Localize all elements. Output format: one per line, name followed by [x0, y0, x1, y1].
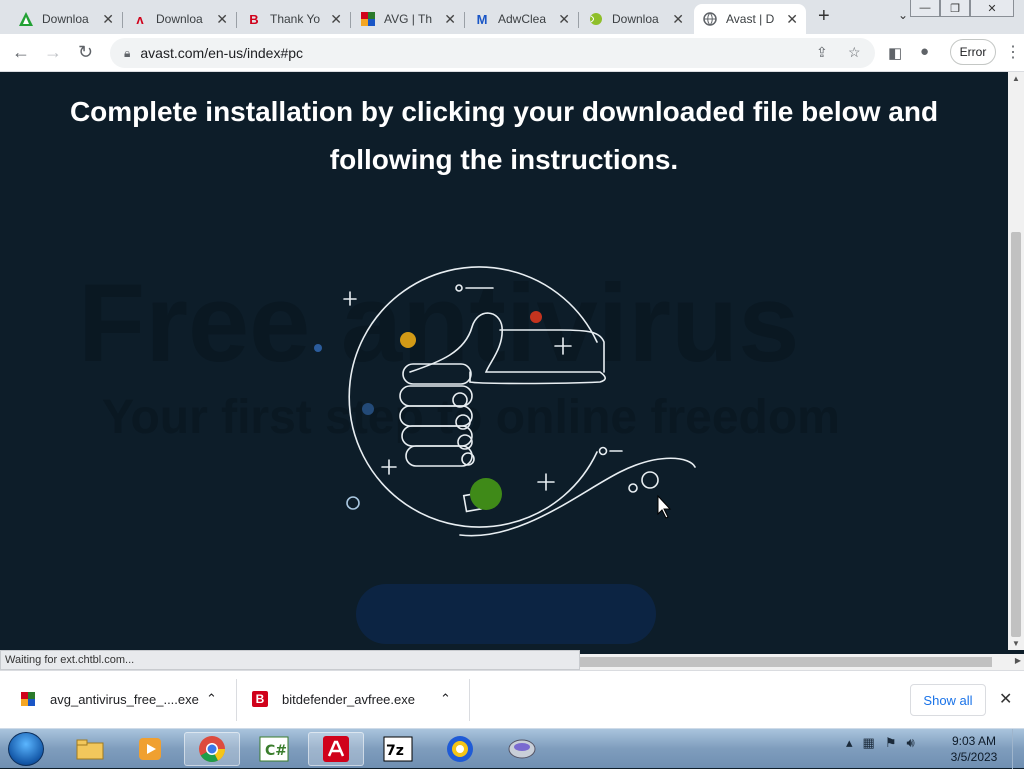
- tab-1[interactable]: Downloa ✕: [10, 4, 123, 34]
- side-panel-icon[interactable]: ◧: [888, 44, 902, 62]
- avira-icon: ᴧ: [136, 11, 144, 27]
- close-tab-icon[interactable]: ✕: [102, 11, 114, 28]
- disk-icon[interactable]: [494, 732, 550, 766]
- 7zip-icon[interactable]: 7z: [370, 732, 426, 766]
- tab-2[interactable]: ᴧ Downloa ✕: [124, 4, 237, 34]
- new-tab-icon[interactable]: +: [818, 5, 830, 28]
- tab-6[interactable]: Downloa ✕: [580, 4, 692, 34]
- chevron-up-icon[interactable]: ⌃: [440, 691, 451, 707]
- tab-title: AVG | Th: [384, 12, 433, 26]
- globe-icon: [702, 11, 718, 27]
- close-tab-icon[interactable]: ✕: [444, 11, 456, 28]
- tab-title: Downloa: [612, 12, 659, 26]
- system-tray: ▴ ▦ ⚑ 🔊︎: [846, 735, 915, 751]
- show-desktop-button[interactable]: [1012, 729, 1024, 769]
- close-tab-icon[interactable]: ✕: [330, 11, 342, 28]
- malwarebytes-icon: M: [476, 11, 488, 27]
- window-controls: — ❐ ✕: [910, 0, 1014, 17]
- profile-avatar-icon[interactable]: ●: [920, 43, 929, 60]
- tab-title: Avast | D: [726, 12, 775, 26]
- download-filename[interactable]: avg_antivirus_free_....exe: [50, 692, 199, 707]
- reload-icon[interactable]: ↻: [78, 42, 93, 63]
- status-bubble: Waiting for ext.chtbl.com...: [0, 650, 580, 670]
- media-player-icon[interactable]: [122, 732, 178, 766]
- tab-4[interactable]: AVG | Th ✕: [352, 4, 465, 34]
- address-bar[interactable]: 🔒︎ avast.com/en-us/index#pc ⇪ ☆: [110, 38, 875, 68]
- share-icon[interactable]: ⇪: [816, 44, 828, 61]
- minimize-icon[interactable]: —: [910, 0, 940, 17]
- scroll-down-icon[interactable]: ▼: [1012, 639, 1020, 648]
- network-icon[interactable]: ▦: [863, 735, 875, 751]
- back-icon[interactable]: ←: [12, 42, 30, 63]
- close-tab-icon[interactable]: ✕: [786, 11, 798, 28]
- clock-time: 9:03 AM: [951, 734, 997, 748]
- hscroll-thumb[interactable]: [580, 657, 992, 667]
- svg-text:7z: 7z: [386, 743, 404, 759]
- bookmark-star-icon[interactable]: ☆: [848, 44, 861, 61]
- vpn-shield-icon[interactable]: [432, 732, 488, 766]
- download-filename[interactable]: bitdefender_avfree.exe: [282, 692, 415, 707]
- tab-strip: Downloa ✕ ᴧ Downloa ✕ B Thank Yo ✕ AVG |…: [0, 0, 1024, 34]
- close-tab-icon[interactable]: ✕: [558, 11, 570, 28]
- tab-5[interactable]: M AdwClea ✕: [466, 4, 579, 34]
- vertical-scrollbar[interactable]: ▲ ▼: [1008, 72, 1024, 650]
- scrollbar-thumb[interactable]: [1011, 232, 1021, 637]
- clock-date: 3/5/2023: [950, 750, 998, 764]
- avira-icon[interactable]: [308, 732, 364, 766]
- chevron-down-icon[interactable]: ⌄: [898, 8, 908, 22]
- download-item-1[interactable]: avg_antivirus_free_....exe: [20, 691, 199, 707]
- action-center-flag-icon[interactable]: ⚑: [885, 735, 897, 751]
- close-window-icon[interactable]: ✕: [970, 0, 1014, 17]
- tab-3[interactable]: B Thank Yo ✕: [238, 4, 351, 34]
- close-icon[interactable]: ✕: [999, 689, 1012, 709]
- forward-icon[interactable]: →: [44, 42, 62, 63]
- chevron-up-icon[interactable]: ⌃: [206, 691, 217, 707]
- close-tab-icon[interactable]: ✕: [672, 11, 684, 28]
- tab-title: Downloa: [42, 12, 89, 26]
- start-button[interactable]: [8, 732, 44, 766]
- thumbs-up-illustration: [314, 266, 696, 537]
- scroll-right-icon[interactable]: ▶: [1015, 656, 1021, 665]
- volume-icon[interactable]: 🔊︎: [906, 735, 914, 751]
- download-item-2[interactable]: B bitdefender_avfree.exe: [252, 691, 415, 707]
- menu-kebab-icon[interactable]: ⋮: [1005, 42, 1021, 62]
- csharp-icon[interactable]: C#: [246, 732, 302, 766]
- url-text[interactable]: avast.com/en-us/index#pc: [140, 45, 303, 61]
- toolbar: ← → ↻ 🔒︎ avast.com/en-us/index#pc ⇪ ☆ ◧ …: [0, 34, 1024, 72]
- page-content: Free antivirus Your first step to online…: [0, 72, 1008, 650]
- clock[interactable]: 9:03 AM 3/5/2023: [944, 733, 1004, 765]
- tab-title: Thank Yo: [270, 12, 321, 26]
- tab-7-active[interactable]: Avast | D ✕: [694, 4, 806, 34]
- avg-icon: [360, 11, 376, 27]
- error-button[interactable]: Error: [950, 39, 996, 65]
- bitdefender-icon: B: [252, 691, 268, 707]
- horizontal-scrollbar[interactable]: ▶: [580, 654, 1024, 670]
- bitdefender-icon: B: [249, 11, 259, 27]
- restore-icon[interactable]: ❐: [940, 0, 970, 17]
- lock-icon[interactable]: 🔒︎: [124, 46, 130, 61]
- chrome-icon[interactable]: [184, 732, 240, 766]
- tab-title: AdwClea: [498, 12, 547, 26]
- svg-text:C#: C#: [265, 743, 287, 759]
- avast-triangle-icon: [18, 11, 34, 27]
- tab-title: Downloa: [156, 12, 203, 26]
- scroll-up-icon[interactable]: ▲: [1012, 74, 1020, 83]
- show-all-button[interactable]: Show all: [910, 684, 986, 716]
- download-shelf: avg_antivirus_free_....exe ⌃ B bitdefend…: [0, 670, 1024, 728]
- explorer-icon[interactable]: [62, 732, 118, 766]
- windows-taskbar: C# 7z ▴ ▦ ⚑ 🔊︎ 9:03 AM 3/5/2023: [0, 728, 1024, 769]
- close-tab-icon[interactable]: ✕: [216, 11, 228, 28]
- show-hidden-icons[interactable]: ▴: [846, 735, 853, 751]
- avg-icon: [20, 691, 36, 707]
- tennis-ball-icon: [588, 11, 604, 27]
